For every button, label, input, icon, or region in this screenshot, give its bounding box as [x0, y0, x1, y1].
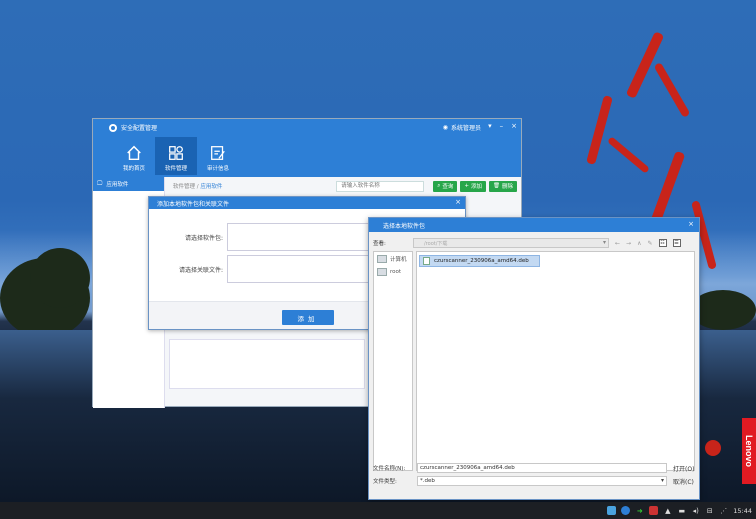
- dropdown-icon[interactable]: ▾: [488, 122, 492, 130]
- display-icon[interactable]: ▬: [677, 506, 686, 515]
- deb-file-icon: [423, 257, 430, 265]
- package-label: 请选择软件包:: [184, 234, 223, 242]
- file-chooser-title: 选择本地软件包 ×: [369, 218, 699, 232]
- main-nav: 我的首页 软件管理 审计信息: [113, 137, 239, 175]
- look-in-row: 查看: /root/下载 ← → ∧ ✎ ☷ ☰: [373, 238, 693, 248]
- search-icon: ⌕: [437, 182, 441, 189]
- nav-software[interactable]: 软件管理: [155, 137, 197, 175]
- look-in-combo[interactable]: /root/下载: [413, 238, 609, 248]
- window-controls: ▾ – ×: [488, 122, 517, 130]
- network-icon[interactable]: ⊟: [705, 506, 714, 515]
- minimize-button[interactable]: –: [500, 122, 504, 130]
- file-nav-buttons: ← → ∧ ✎ ☷ ☰: [615, 239, 681, 247]
- monitor-icon: 🖵: [97, 180, 103, 187]
- content-panel: [169, 339, 365, 389]
- list-view-icon[interactable]: ☷: [658, 239, 667, 247]
- lenovo-logo: Lenovo: [742, 418, 756, 484]
- signal-icon[interactable]: ⋰: [719, 506, 728, 515]
- package-field[interactable]: [227, 223, 377, 251]
- sidebar-item-apps[interactable]: 🖵 应用软件: [93, 177, 164, 191]
- app-title: 安全配置管理: [109, 123, 157, 132]
- filename-input[interactable]: czurscanner_230906a_amd64.deb: [417, 463, 667, 473]
- open-button[interactable]: 打开(O): [673, 464, 694, 473]
- related-file-field[interactable]: [227, 255, 377, 283]
- cloud-icon[interactable]: [607, 506, 617, 515]
- folder-icon: [377, 267, 387, 276]
- nav-audit[interactable]: 审计信息: [197, 137, 239, 175]
- security-icon[interactable]: [649, 506, 659, 515]
- arrow-icon[interactable]: ➜: [635, 506, 644, 515]
- cancel-button[interactable]: 取消(C): [673, 477, 694, 486]
- computer-icon: [377, 254, 387, 263]
- places-sidebar: 计算机 root: [373, 251, 413, 471]
- breadcrumb: 软件管理 / 应用软件: [173, 184, 223, 190]
- plus-icon: +: [464, 183, 469, 189]
- grid-icon: [169, 146, 183, 160]
- place-root[interactable]: root: [374, 265, 412, 278]
- toolbar: 软件管理 / 应用软件 ⌕ 查询 + 添加 🗑 删除: [169, 179, 517, 193]
- app-header: 安全配置管理 ◉ 系统管理员 ▾ – × 我的首页 软件管理 审计信息: [93, 119, 521, 177]
- dialog-title: 添加本地软件包和关联文件 ×: [149, 197, 465, 209]
- forward-icon[interactable]: →: [626, 240, 631, 247]
- calligraphy-stroke: [653, 62, 691, 118]
- red-seal: [705, 440, 721, 456]
- filename-row: 文件名称(N): czurscanner_230906a_amd64.deb 打…: [373, 463, 695, 473]
- up-icon[interactable]: ∧: [637, 240, 641, 247]
- user-icon: ◉: [442, 124, 448, 131]
- file-chooser-close-button[interactable]: ×: [688, 220, 694, 228]
- related-label: 请选择关联文件:: [178, 266, 223, 274]
- taskbar: ➜ ▲ ▬ ◂) ⊟ ⋰ 15:44: [0, 502, 756, 519]
- file-list: czurscanner_230906a_amd64.deb: [416, 251, 695, 471]
- close-button[interactable]: ×: [511, 122, 517, 130]
- clock[interactable]: 15:44: [733, 507, 752, 515]
- filetype-row: 文件类型: *.deb 取消(C): [373, 476, 697, 486]
- back-icon[interactable]: ←: [615, 240, 620, 247]
- nav-home[interactable]: 我的首页: [113, 137, 155, 175]
- volume-icon[interactable]: ◂): [691, 506, 700, 515]
- app-tray-icon[interactable]: [621, 506, 631, 515]
- left-trees-top: [30, 248, 90, 308]
- edit-document-icon: [211, 146, 225, 160]
- file-item[interactable]: czurscanner_230906a_amd64.deb: [419, 255, 540, 267]
- dialog-close-button[interactable]: ×: [455, 198, 461, 206]
- delete-button[interactable]: 🗑 删除: [489, 180, 517, 192]
- search-input[interactable]: [336, 180, 425, 192]
- app-logo-icon: [109, 123, 117, 132]
- add-button[interactable]: + 添加: [460, 180, 486, 192]
- home-icon: [127, 145, 141, 161]
- trash-icon: 🗑: [493, 183, 500, 189]
- user-menu[interactable]: ◉ 系统管理员: [443, 123, 481, 132]
- file-chooser-dialog: 选择本地软件包 × 查看: /root/下载 ← → ∧ ✎ ☷ ☰ 计算机 r…: [368, 217, 700, 500]
- calligraphy-stroke: [586, 95, 613, 165]
- new-folder-icon[interactable]: ✎: [647, 240, 652, 247]
- place-computer[interactable]: 计算机: [374, 252, 412, 265]
- detail-view-icon[interactable]: ☰: [672, 239, 681, 247]
- query-button[interactable]: ⌕ 查询: [433, 180, 458, 192]
- filetype-select[interactable]: *.deb: [417, 476, 667, 486]
- submit-add-button[interactable]: 添加: [282, 310, 334, 325]
- chevron-up-icon[interactable]: ▲: [663, 506, 672, 515]
- calligraphy-stroke: [607, 136, 650, 174]
